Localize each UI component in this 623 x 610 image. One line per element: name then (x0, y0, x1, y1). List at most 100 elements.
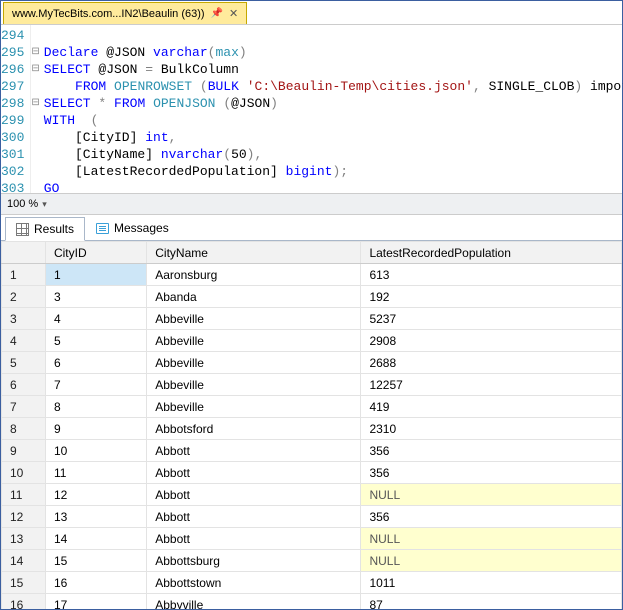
tab-messages[interactable]: Messages (85, 216, 180, 240)
row-number[interactable]: 7 (2, 396, 46, 418)
cell-cityid[interactable]: 16 (45, 572, 146, 594)
cell-cityid[interactable]: 12 (45, 484, 146, 506)
table-row[interactable]: 1516Abbottstown1011 (2, 572, 622, 594)
cell-cityid[interactable]: 10 (45, 440, 146, 462)
row-number[interactable]: 10 (2, 462, 46, 484)
cell-cityname[interactable]: Abbyville (147, 594, 361, 610)
cell-population[interactable]: 356 (361, 440, 622, 462)
cell-population[interactable]: NULL (361, 550, 622, 572)
cell-cityid[interactable]: 14 (45, 528, 146, 550)
cell-cityname[interactable]: Abbeville (147, 308, 361, 330)
cell-cityid[interactable]: 17 (45, 594, 146, 610)
cell-cityid[interactable]: 8 (45, 396, 146, 418)
results-grid[interactable]: CityIDCityNameLatestRecordedPopulation 1… (1, 241, 622, 609)
table-row[interactable]: 67Abbeville12257 (2, 374, 622, 396)
cell-cityid[interactable]: 11 (45, 462, 146, 484)
cell-population[interactable]: 2310 (361, 418, 622, 440)
cell-cityname[interactable]: Abanda (147, 286, 361, 308)
row-number[interactable]: 13 (2, 528, 46, 550)
cell-cityname[interactable]: Abbottsburg (147, 550, 361, 572)
row-number[interactable]: 14 (2, 550, 46, 572)
row-number[interactable]: 5 (2, 352, 46, 374)
table-row[interactable]: 1213Abbott356 (2, 506, 622, 528)
row-number[interactable]: 11 (2, 484, 46, 506)
cell-population[interactable]: 5237 (361, 308, 622, 330)
cell-population[interactable]: 192 (361, 286, 622, 308)
cell-population[interactable]: 2688 (361, 352, 622, 374)
cell-cityid[interactable]: 4 (45, 308, 146, 330)
cell-cityid[interactable]: 6 (45, 352, 146, 374)
cell-population[interactable]: NULL (361, 484, 622, 506)
row-number[interactable]: 9 (2, 440, 46, 462)
column-header[interactable]: LatestRecordedPopulation (361, 242, 622, 264)
table-row[interactable]: 11Aaronsburg613 (2, 264, 622, 286)
zoom-value[interactable]: 100 % (7, 198, 38, 210)
cell-cityname[interactable]: Abbottstown (147, 572, 361, 594)
cell-cityname[interactable]: Abbeville (147, 352, 361, 374)
code-area[interactable]: Declare @JSON varchar(max)SELECT @JSON =… (40, 25, 623, 193)
fold-column[interactable]: ⊟⊟⊟ (31, 25, 39, 193)
document-tab-bar: www.MyTecBits.com...IN2\Beaulin (63)) 📌 … (1, 1, 622, 25)
cell-population[interactable]: 356 (361, 462, 622, 484)
column-header[interactable] (2, 242, 46, 264)
table-row[interactable]: 34Abbeville5237 (2, 308, 622, 330)
line-number-gutter: 294295296297298299300301302303 (1, 25, 31, 193)
row-number[interactable]: 6 (2, 374, 46, 396)
column-header[interactable]: CityID (45, 242, 146, 264)
row-number[interactable]: 2 (2, 286, 46, 308)
cell-cityid[interactable]: 13 (45, 506, 146, 528)
row-number[interactable]: 15 (2, 572, 46, 594)
code-editor[interactable]: 294295296297298299300301302303 ⊟⊟⊟ Decla… (1, 25, 622, 193)
table-row[interactable]: 1314AbbottNULL (2, 528, 622, 550)
cell-population[interactable]: 356 (361, 506, 622, 528)
cell-cityid[interactable]: 5 (45, 330, 146, 352)
cell-cityname[interactable]: Abbott (147, 440, 361, 462)
cell-cityname[interactable]: Abbott (147, 484, 361, 506)
table-row[interactable]: 23Abanda192 (2, 286, 622, 308)
cell-population[interactable]: 1011 (361, 572, 622, 594)
close-icon[interactable]: ✕ (229, 7, 238, 20)
row-number[interactable]: 1 (2, 264, 46, 286)
pin-icon[interactable]: 📌 (211, 8, 223, 19)
chevron-down-icon[interactable]: ▾ (42, 199, 47, 210)
table-row[interactable]: 1112AbbottNULL (2, 484, 622, 506)
cell-population[interactable]: 2908 (361, 330, 622, 352)
row-number[interactable]: 4 (2, 330, 46, 352)
row-number[interactable]: 12 (2, 506, 46, 528)
cell-population[interactable]: 12257 (361, 374, 622, 396)
table-row[interactable]: 45Abbeville2908 (2, 330, 622, 352)
column-header[interactable]: CityName (147, 242, 361, 264)
cell-cityid[interactable]: 15 (45, 550, 146, 572)
table-row[interactable]: 56Abbeville2688 (2, 352, 622, 374)
row-number[interactable]: 8 (2, 418, 46, 440)
row-number[interactable]: 16 (2, 594, 46, 610)
cell-cityname[interactable]: Aaronsburg (147, 264, 361, 286)
table-row[interactable]: 1011Abbott356 (2, 462, 622, 484)
cell-cityid[interactable]: 1 (45, 264, 146, 286)
tab-results[interactable]: Results (5, 217, 85, 241)
cell-cityname[interactable]: Abbotsford (147, 418, 361, 440)
result-tab-bar: Results Messages (1, 215, 622, 241)
table-row[interactable]: 910Abbott356 (2, 440, 622, 462)
cell-cityid[interactable]: 7 (45, 374, 146, 396)
document-tab[interactable]: www.MyTecBits.com...IN2\Beaulin (63)) 📌 … (3, 2, 247, 24)
tab-results-label: Results (34, 222, 74, 236)
cell-cityname[interactable]: Abbeville (147, 374, 361, 396)
table-row[interactable]: 1617Abbyville87 (2, 594, 622, 610)
cell-population[interactable]: NULL (361, 528, 622, 550)
cell-population[interactable]: 613 (361, 264, 622, 286)
table-row[interactable]: 78Abbeville419 (2, 396, 622, 418)
cell-cityid[interactable]: 9 (45, 418, 146, 440)
table-row[interactable]: 1415AbbottsburgNULL (2, 550, 622, 572)
cell-cityname[interactable]: Abbott (147, 506, 361, 528)
cell-population[interactable]: 87 (361, 594, 622, 610)
cell-cityname[interactable]: Abbott (147, 462, 361, 484)
cell-population[interactable]: 419 (361, 396, 622, 418)
cell-cityname[interactable]: Abbeville (147, 396, 361, 418)
cell-cityid[interactable]: 3 (45, 286, 146, 308)
row-number[interactable]: 3 (2, 308, 46, 330)
cell-cityname[interactable]: Abbeville (147, 330, 361, 352)
table-row[interactable]: 89Abbotsford2310 (2, 418, 622, 440)
results-grid-wrap[interactable]: CityIDCityNameLatestRecordedPopulation 1… (1, 241, 622, 609)
cell-cityname[interactable]: Abbott (147, 528, 361, 550)
